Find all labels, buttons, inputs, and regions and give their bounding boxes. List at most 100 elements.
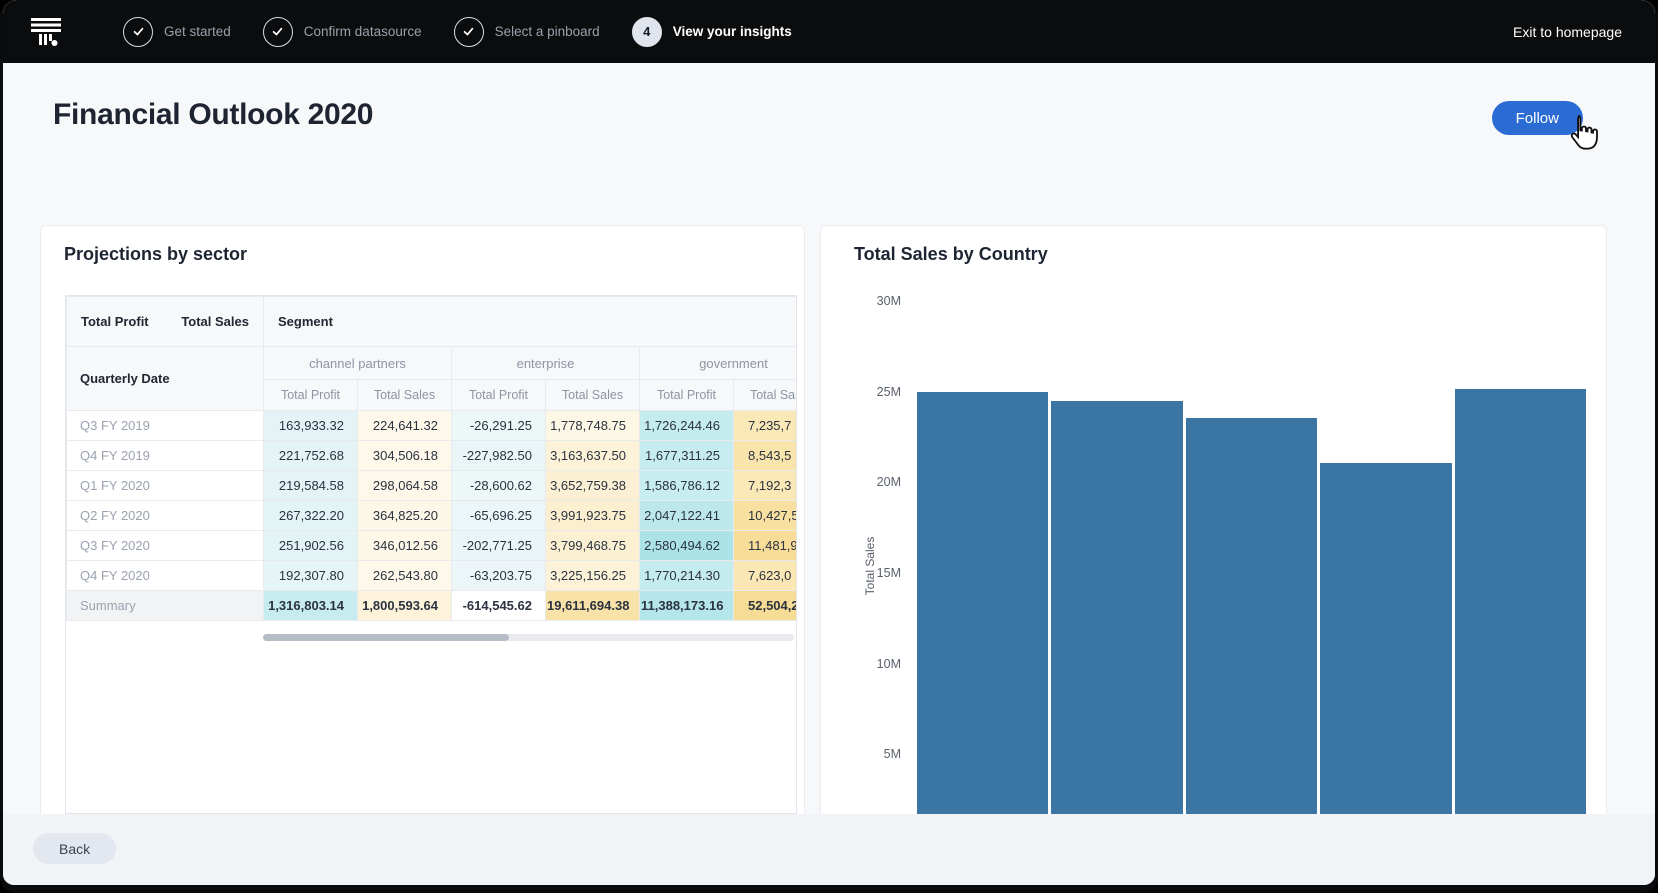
data-cell[interactable]: -202,771.25 <box>452 531 546 561</box>
data-cell[interactable]: -614,545.62 <box>452 591 546 621</box>
step-item-confirm-datasource[interactable]: Confirm datasource <box>263 17 422 47</box>
y-tick-label: 10M <box>821 655 901 673</box>
data-cell[interactable]: 1,316,803.14 <box>264 591 358 621</box>
sub-header[interactable]: Total Sales <box>358 380 452 411</box>
sub-header[interactable]: Total Sales <box>546 380 640 411</box>
pivot-table: Total Profit Total Sales Segment Quarter… <box>66 296 797 621</box>
data-cell[interactable]: 7,235,7 <box>734 411 798 441</box>
check-circle-icon <box>454 17 484 47</box>
table-row: Q4 FY 2019 221,752.68 304,506.18 -227,98… <box>67 441 798 471</box>
row-label[interactable]: Q1 FY 2020 <box>67 471 264 501</box>
bar[interactable] <box>1320 463 1451 814</box>
data-cell[interactable]: 3,163,637.50 <box>546 441 640 471</box>
data-cell[interactable]: -63,203.75 <box>452 561 546 591</box>
back-button[interactable]: Back <box>33 833 116 864</box>
data-cell[interactable]: 1,726,244.46 <box>640 411 734 441</box>
horizontal-scrollbar-track[interactable] <box>263 634 794 641</box>
bar[interactable] <box>1455 389 1586 814</box>
step-label: Get started <box>164 24 231 39</box>
data-cell[interactable]: 364,825.20 <box>358 501 452 531</box>
segment-header-cell[interactable]: Segment <box>264 297 798 347</box>
data-cell[interactable]: 192,307.80 <box>264 561 358 591</box>
data-cell[interactable]: -26,291.25 <box>452 411 546 441</box>
sub-header[interactable]: Total Profit <box>640 380 734 411</box>
data-cell[interactable]: 2,580,494.62 <box>640 531 734 561</box>
data-cell[interactable]: 262,543.80 <box>358 561 452 591</box>
bar[interactable] <box>917 392 1048 814</box>
step-item-view-insights[interactable]: 4 View your insights <box>632 17 792 47</box>
data-cell[interactable]: 3,991,923.75 <box>546 501 640 531</box>
pivot-card-title: Projections by sector <box>64 244 247 265</box>
data-cell[interactable]: 1,800,593.64 <box>358 591 452 621</box>
table-row: Q3 FY 2020 251,902.56 346,012.56 -202,77… <box>67 531 798 561</box>
row-label[interactable]: Q3 FY 2020 <box>67 531 264 561</box>
row-label[interactable]: Q2 FY 2020 <box>67 501 264 531</box>
data-cell[interactable]: 267,322.20 <box>264 501 358 531</box>
data-cell[interactable]: 304,506.18 <box>358 441 452 471</box>
data-cell[interactable]: 163,933.32 <box>264 411 358 441</box>
data-cell[interactable]: 1,770,214.30 <box>640 561 734 591</box>
data-cell[interactable]: 7,192,3 <box>734 471 798 501</box>
data-cell[interactable]: 7,623,0 <box>734 561 798 591</box>
data-cell[interactable]: 2,047,122.41 <box>640 501 734 531</box>
data-cell[interactable]: 224,641.32 <box>358 411 452 441</box>
data-cell[interactable]: -227,982.50 <box>452 441 546 471</box>
data-cell[interactable]: 3,799,468.75 <box>546 531 640 561</box>
sub-header[interactable]: Total Sales <box>734 380 798 411</box>
sub-header[interactable]: Total Profit <box>264 380 358 411</box>
data-cell[interactable]: 11,481,9 <box>734 531 798 561</box>
data-cell[interactable]: 1,677,311.25 <box>640 441 734 471</box>
data-cell[interactable]: 52,504,2 <box>734 591 798 621</box>
step-label: Select a pinboard <box>495 24 600 39</box>
bar[interactable] <box>1051 401 1182 814</box>
row-label[interactable]: Q4 FY 2020 <box>67 561 264 591</box>
step-item-select-pinboard[interactable]: Select a pinboard <box>454 17 600 47</box>
data-cell[interactable]: 10,427,5 <box>734 501 798 531</box>
bars-area <box>917 226 1586 814</box>
data-cell[interactable]: 219,584.58 <box>264 471 358 501</box>
data-cell[interactable]: -28,600.62 <box>452 471 546 501</box>
y-tick-label: 20M <box>821 473 901 491</box>
summary-row: Summary 1,316,803.14 1,800,593.64 -614,5… <box>67 591 798 621</box>
data-cell[interactable]: 19,611,694.38 <box>546 591 640 621</box>
chart-card: Total Sales by Country 30M 25M 20M 15M 1… <box>820 225 1607 814</box>
table-row: Q2 FY 2020 267,322.20 364,825.20 -65,696… <box>67 501 798 531</box>
row-label[interactable]: Q4 FY 2019 <box>67 441 264 471</box>
data-cell[interactable]: 221,752.68 <box>264 441 358 471</box>
data-cell[interactable]: 11,388,173.16 <box>640 591 734 621</box>
exit-to-homepage-link[interactable]: Exit to homepage <box>1513 24 1622 40</box>
step-item-get-started[interactable]: Get started <box>123 17 231 47</box>
follow-button[interactable]: Follow <box>1492 101 1583 135</box>
data-cell[interactable]: 3,652,759.38 <box>546 471 640 501</box>
table-row: Q3 FY 2019 163,933.32 224,641.32 -26,291… <box>67 411 798 441</box>
column-group-header[interactable]: government <box>640 347 798 380</box>
table-row: Q1 FY 2020 219,584.58 298,064.58 -28,600… <box>67 471 798 501</box>
data-cell[interactable]: 298,064.58 <box>358 471 452 501</box>
data-cell[interactable]: 1,586,786.12 <box>640 471 734 501</box>
row-label[interactable]: Q3 FY 2019 <box>67 411 264 441</box>
data-cell[interactable]: 346,012.56 <box>358 531 452 561</box>
y-tick-label: 15M <box>821 564 901 582</box>
table-row: Q4 FY 2020 192,307.80 262,543.80 -63,203… <box>67 561 798 591</box>
sub-header[interactable]: Total Profit <box>452 380 546 411</box>
pivot-card: Projections by sector Total Profit Total… <box>40 225 805 814</box>
data-cell[interactable]: 3,225,156.25 <box>546 561 640 591</box>
step-label: Confirm datasource <box>304 24 422 39</box>
data-cell[interactable]: 8,543,5 <box>734 441 798 471</box>
data-cell[interactable]: 251,902.56 <box>264 531 358 561</box>
footer-bar: Back <box>3 814 1655 885</box>
column-group-header[interactable]: channel partners <box>264 347 452 380</box>
row-dimension-header[interactable]: Quarterly Date <box>67 347 264 411</box>
y-axis-title: Total Sales <box>863 537 877 596</box>
wizard-stepper: Get started Confirm datasource Select a … <box>123 17 792 47</box>
row-label[interactable]: Summary <box>67 591 264 621</box>
data-cell[interactable]: -65,696.25 <box>452 501 546 531</box>
y-tick-label: 25M <box>821 383 901 401</box>
data-cell[interactable]: 1,778,748.75 <box>546 411 640 441</box>
column-group-header[interactable]: enterprise <box>452 347 640 380</box>
y-tick-label: 5M <box>821 745 901 763</box>
bar[interactable] <box>1186 418 1317 814</box>
horizontal-scrollbar-thumb[interactable] <box>263 634 509 641</box>
measures-header-cell[interactable]: Total Profit Total Sales <box>67 297 264 347</box>
thoughtspot-logo-icon[interactable] <box>31 17 61 47</box>
